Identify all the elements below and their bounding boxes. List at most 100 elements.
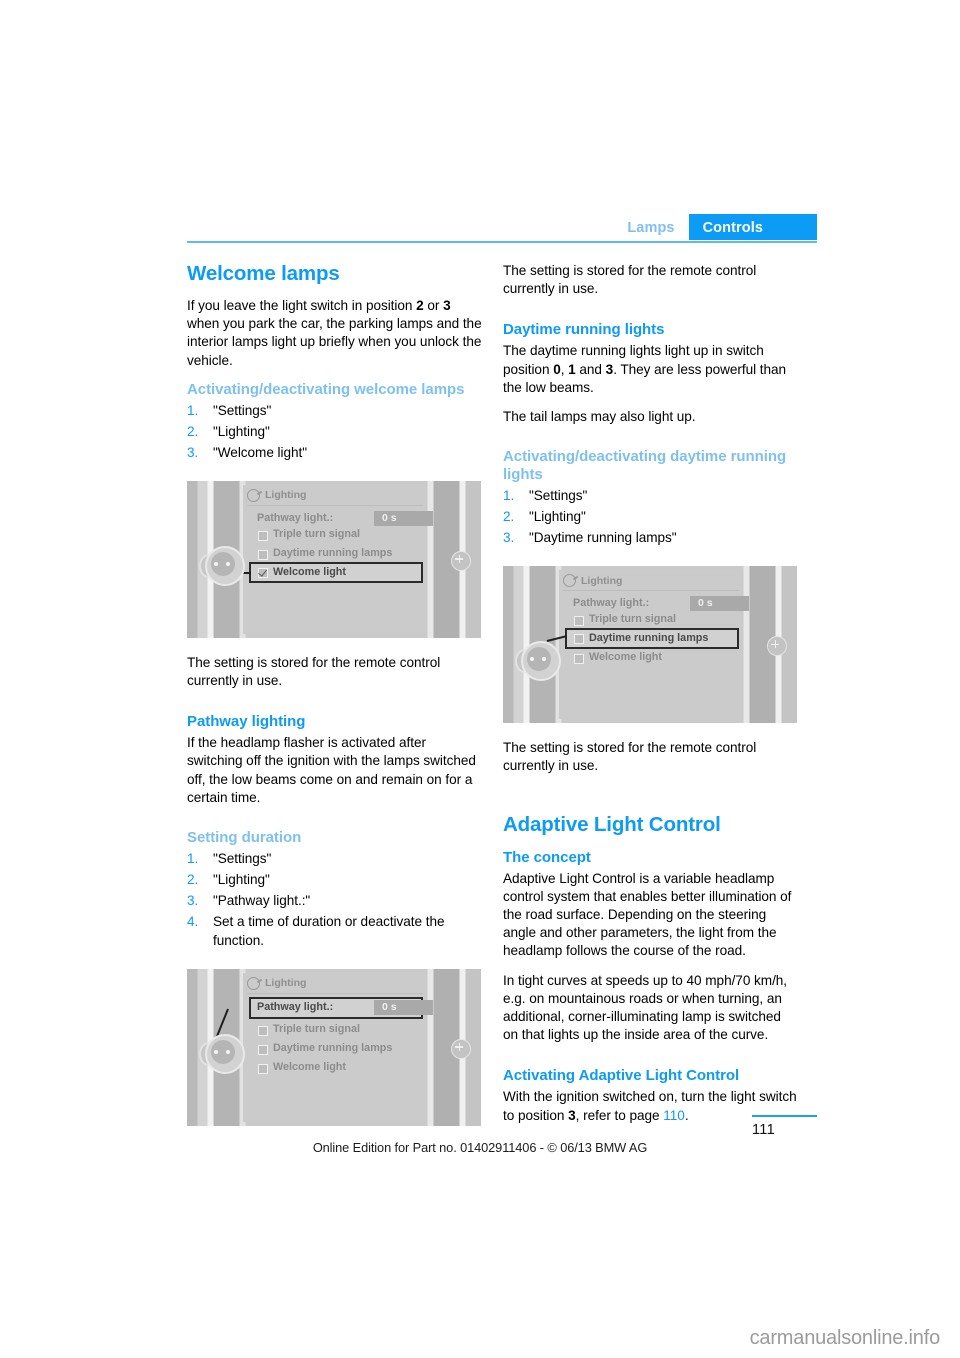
figure-title: Lighting <box>581 574 623 587</box>
figure-plus-icon <box>451 1038 471 1059</box>
heading-welcome-lamps: Welcome lamps <box>187 262 340 285</box>
tab-controls[interactable]: Controls <box>688 214 817 240</box>
figure-row-pathway-label: Pathway light.: <box>257 511 334 524</box>
note-setting-stored-right-top: The setting is stored for the remote con… <box>503 263 757 297</box>
welcome-p1-pos2: 2 <box>416 298 424 313</box>
lighting-icon <box>247 488 260 502</box>
right-column: The setting is stored for the remote con… <box>503 262 798 1136</box>
figure-row-pathway-label: Pathway light.: <box>257 1000 334 1013</box>
welcome-p1-pos3: 3 <box>443 298 451 313</box>
figure-controller-knob <box>199 1031 245 1075</box>
list-item: Set a time of duration or deactivate the… <box>187 913 445 948</box>
paragraph-daytime-running-1: The daytime running lights light up in s… <box>503 342 798 397</box>
figure-row-triple: Triple turn signal <box>273 527 360 540</box>
figure-title-divider <box>247 992 423 994</box>
alc-p-c: , refer to page <box>575 1107 664 1123</box>
tab-lamps[interactable]: Lamps <box>617 214 688 240</box>
figure-checkbox-daytime <box>258 1044 268 1055</box>
site-watermark: carmanualsonline.info <box>749 1327 941 1349</box>
list-item: "Pathway light.:" <box>187 892 311 910</box>
lighting-icon <box>247 976 260 990</box>
figure-title-bar: Lighting <box>247 975 423 992</box>
figure-row-triple: Triple turn signal <box>589 613 676 626</box>
figure-row-daytime: Daytime running lamps <box>589 632 709 645</box>
lighting-icon <box>563 574 576 588</box>
list-item: "Settings" <box>187 850 272 868</box>
drl-p1-pos0: 0 <box>553 361 561 377</box>
figure-checkbox-triple <box>258 1025 268 1036</box>
header-tabs: Lamps Controls <box>617 214 817 240</box>
list-item: "Lighting" <box>187 871 270 889</box>
figure-controller-knob <box>199 543 245 587</box>
heading-daytime-running-lights: Daytime running lights <box>503 321 665 339</box>
figure-row-welcome: Welcome light <box>589 651 662 664</box>
header-divider <box>187 241 817 243</box>
list-item: "Lighting" <box>503 508 586 526</box>
steps-activating-daytime-running: "Settings" "Lighting" "Daytime running l… <box>503 487 798 548</box>
heading-activating-daytime-running: Activating/deactivating daytime running … <box>503 448 787 484</box>
paragraph-concept-1: Adaptive Light Control is a variable hea… <box>503 870 792 959</box>
figure-title: Lighting <box>265 977 307 990</box>
heading-activating-welcome-lamps: Activating/deactivating welcome lamps <box>187 380 465 398</box>
heading-activating-adaptive-light-control: Activating Adaptive Light Control <box>503 1067 740 1085</box>
heading-the-concept: The concept <box>503 848 591 866</box>
figure-title: Lighting <box>265 489 307 502</box>
figure-title-bar: Lighting <box>563 572 739 589</box>
steps-activating-welcome-lamps: "Settings" "Lighting" "Welcome light" <box>187 402 482 463</box>
idrive-screenshot-pathway-light: Lighting Pathway light.: 0 s Triple turn… <box>187 968 481 1126</box>
figure-checkbox-triple <box>258 530 268 541</box>
figure-row-welcome: Welcome light <box>273 565 346 578</box>
figure-checkbox-daytime <box>258 549 268 560</box>
manual-page: Lamps Controls Welcome lamps If you leav… <box>0 0 960 1358</box>
list-item: "Lighting" <box>187 423 270 441</box>
figure-title-divider <box>563 590 739 592</box>
figure-menu-panel <box>243 484 425 634</box>
alc-p-pos3: 3 <box>568 1107 576 1123</box>
welcome-p1-a: If you leave the light switch in positio… <box>187 298 417 313</box>
drl-p1-e: and <box>575 361 606 377</box>
page-number: 111 <box>752 1122 775 1138</box>
figure-row-pathway-value: 0 s <box>690 596 749 612</box>
left-column: Welcome lamps If you leave the light swi… <box>187 262 482 1126</box>
heading-setting-duration: Setting duration <box>187 829 302 847</box>
heading-pathway-lighting: Pathway lighting <box>187 713 306 731</box>
figure-row-pathway-label: Pathway light.: <box>573 597 650 610</box>
figure-title-bar: Lighting <box>247 487 423 504</box>
figure-row-pathway-value: 0 s <box>374 510 433 526</box>
paragraph-pathway-lighting: If the headlamp flasher is activated aft… <box>187 735 476 805</box>
note-setting-stored-right-bottom: The setting is stored for the remote con… <box>503 740 757 774</box>
list-item: "Settings" <box>503 487 588 505</box>
idrive-screenshot-daytime-running-lamps: Lighting Pathway light.: 0 s Triple turn… <box>503 566 797 724</box>
online-edition-notice: Online Edition for Part no. 01402911406 … <box>312 1140 648 1155</box>
alc-p-d: . <box>684 1107 689 1123</box>
note-setting-stored-left: The setting is stored for the remote con… <box>187 654 441 689</box>
figure-plus-icon <box>451 550 471 571</box>
figure-row-daytime: Daytime running lamps <box>273 1041 393 1054</box>
paragraph-daytime-running-2: The tail lamps may also light up. <box>503 409 696 425</box>
figure-checkbox-welcome <box>258 567 268 578</box>
figure-checkbox-welcome <box>574 654 584 665</box>
knob-dot-left <box>214 1049 218 1054</box>
figure-row-triple: Triple turn signal <box>273 1022 360 1035</box>
figure-checkbox-triple <box>574 616 584 627</box>
page-number-rule <box>752 1115 817 1117</box>
knob-dot-right <box>226 1049 230 1054</box>
figure-row-daytime: Daytime running lamps <box>273 546 393 559</box>
paragraph-activating-alc: With the ignition switched on, turn the … <box>503 1088 798 1124</box>
drl-p1-pos1: 1 <box>568 361 576 377</box>
page-header: Lamps Controls <box>187 214 817 244</box>
figure-checkbox-welcome <box>258 1063 268 1074</box>
paragraph-welcome-lamps: If you leave the light switch in positio… <box>187 297 482 370</box>
figure-title-divider <box>247 504 423 506</box>
welcome-p1-e: when you park the car, the parking lamps… <box>187 316 482 368</box>
heading-adaptive-light-control: Adaptive Light Control <box>503 812 721 836</box>
steps-setting-duration: "Settings" "Lighting" "Pathway light.:" … <box>187 850 482 950</box>
knob-dot-left <box>214 561 218 566</box>
welcome-p1-c: or <box>423 298 444 313</box>
page-reference-link[interactable]: 110 <box>663 1108 685 1123</box>
paragraph-concept-2: In tight curves at speeds up to 40 mph/7… <box>503 972 788 1043</box>
figure-row-pathway-value: 0 s <box>374 999 433 1015</box>
knob-dot-right <box>226 561 230 566</box>
list-item: "Daytime running lamps" <box>503 529 677 547</box>
idrive-screenshot-welcome-light: Lighting Pathway light.: 0 s Triple turn… <box>187 480 481 638</box>
